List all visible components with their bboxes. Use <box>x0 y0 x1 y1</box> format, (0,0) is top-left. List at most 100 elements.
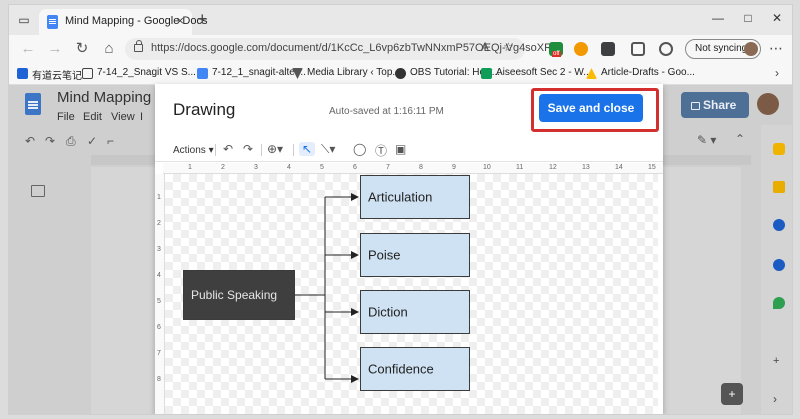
tab-strip: ▭ Mind Mapping - Google Docs × + — □ ✕ <box>9 5 792 35</box>
lock-icon <box>134 40 143 52</box>
minimize-icon[interactable]: — <box>710 11 726 25</box>
read-aloud-icon[interactable]: A <box>481 40 489 54</box>
favorite-star-icon[interactable]: ☆ <box>503 40 514 54</box>
youdao-icon <box>17 68 28 79</box>
profile-button[interactable]: Not syncing <box>685 39 761 59</box>
bookmark-label: 7-14_2_Snagit VS S... <box>97 67 196 78</box>
menu-file[interactable]: File <box>57 111 75 123</box>
root-node[interactable]: Public Speaking <box>183 270 295 320</box>
tasks-icon[interactable] <box>773 219 785 231</box>
maps-icon[interactable] <box>773 297 785 309</box>
ruler-tick: 6 <box>353 164 357 171</box>
forward-icon[interactable]: → <box>46 40 64 58</box>
toolbar-divider <box>293 144 294 156</box>
split-screen-icon[interactable] <box>631 42 645 56</box>
line-tool-icon[interactable]: ⟍▾ <box>321 142 335 157</box>
collections-icon[interactable] <box>659 42 673 56</box>
image-icon[interactable]: ▣ <box>395 142 406 156</box>
child-node-poise[interactable]: Poise <box>360 233 470 277</box>
ruler-tick: 4 <box>287 164 291 171</box>
docs-logo-icon[interactable] <box>25 93 41 115</box>
ruler-tick: 7 <box>157 350 161 357</box>
select-arrow-icon[interactable]: ↖ <box>299 142 316 156</box>
ruler-tick: 3 <box>157 246 161 253</box>
highlight-annotation <box>531 88 659 132</box>
collapse-toolbar-icon[interactable]: ⌃ <box>735 132 745 146</box>
shape-tool-icon[interactable]: ◯ <box>353 142 366 156</box>
close-window-icon[interactable]: ✕ <box>769 11 785 25</box>
child-node-label: Poise <box>368 247 401 263</box>
bookmarks-bar: 有道云笔记 7-14_2_Snagit VS S... 7-12_1_snagi… <box>9 63 792 85</box>
extension-orange-icon[interactable] <box>574 42 588 56</box>
tab-mind-mapping[interactable]: Mind Mapping - Google Docs × <box>39 9 207 35</box>
ruler-tick: 2 <box>157 220 161 227</box>
document-title[interactable]: Mind Mapping <box>57 89 151 106</box>
new-tab-icon[interactable]: + <box>197 9 208 29</box>
drawing-dialog: Drawing Auto-saved at 1:16:11 PM Save an… <box>155 84 663 414</box>
home-icon[interactable]: ⌂ <box>100 40 118 58</box>
explore-icon[interactable]: + <box>721 383 743 405</box>
profile-avatar[interactable] <box>757 93 779 115</box>
spellcheck-icon[interactable]: ✓ <box>87 134 97 148</box>
document-outline-icon[interactable] <box>31 185 45 197</box>
drawing-canvas[interactable]: Public Speaking Articulation Poise Dicti… <box>165 174 658 414</box>
ruler-tick: 9 <box>452 164 456 171</box>
actions-label: Actions <box>173 145 206 156</box>
bookmarks-overflow-icon[interactable]: › <box>775 66 779 80</box>
actions-menu[interactable]: Actions ▾ <box>173 145 214 156</box>
vertical-ruler: 1 2 3 4 5 6 7 8 <box>155 174 165 414</box>
root-node-label: Public Speaking <box>191 288 278 302</box>
tab-actions-icon[interactable]: ▭ <box>15 11 33 29</box>
ruler-tick: 10 <box>483 164 491 171</box>
text-box-icon[interactable]: Ⓣ <box>375 142 387 159</box>
child-node-confidence[interactable]: Confidence <box>360 347 470 391</box>
bookmark-label: Aiseesoft Sec 2 - W... <box>496 67 592 78</box>
obs-icon <box>395 68 406 79</box>
ruler-tick: 8 <box>157 376 161 383</box>
ruler-tick: 4 <box>157 272 161 279</box>
child-node-articulation[interactable]: Articulation <box>360 175 470 219</box>
browser-window: ▭ Mind Mapping - Google Docs × + — □ ✕ ←… <box>8 4 793 415</box>
google-sheets-icon <box>481 68 492 79</box>
expand-panel-icon[interactable]: › <box>773 393 785 405</box>
bookmark-label: Article-Drafts - Goo... <box>601 67 695 78</box>
zoom-icon[interactable]: ⊕▾ <box>267 142 283 156</box>
get-addons-icon[interactable]: + <box>773 355 785 367</box>
contacts-icon[interactable] <box>773 259 785 271</box>
ruler-tick: 12 <box>549 164 557 171</box>
child-node-diction[interactable]: Diction <box>360 290 470 334</box>
google-docs-icon <box>47 15 58 29</box>
editing-mode-icon[interactable]: ✎ ▾ <box>697 133 716 147</box>
maximize-icon[interactable]: □ <box>740 11 756 25</box>
url-input[interactable]: https://docs.google.com/document/d/1KcCc… <box>125 38 561 60</box>
extensions-puzzle-icon[interactable] <box>601 42 615 56</box>
horizontal-ruler: 1 2 3 4 5 6 7 8 9 10 11 12 13 14 15 <box>163 163 663 174</box>
ruler-tick: 14 <box>615 164 623 171</box>
calendar-icon[interactable] <box>773 143 785 155</box>
menu-view[interactable]: View <box>111 111 135 123</box>
redo-icon[interactable]: ↷ <box>243 142 253 156</box>
extension-off-badge: off <box>552 51 561 57</box>
more-menu-icon[interactable]: ⋯ <box>769 40 783 57</box>
extension-off-icon[interactable]: off <box>549 42 563 57</box>
ruler-tick: 6 <box>157 324 161 331</box>
reload-icon[interactable]: ↻ <box>73 40 91 58</box>
share-button[interactable]: Share <box>681 92 749 118</box>
ruler-tick: 1 <box>157 194 161 201</box>
close-tab-icon[interactable]: × <box>176 13 184 28</box>
toolbar-divider <box>261 144 262 156</box>
undo-icon[interactable]: ↶ <box>223 142 233 156</box>
keep-icon[interactable] <box>773 181 785 193</box>
menu-insert[interactable]: I <box>140 111 143 123</box>
tab-title: Mind Mapping - Google Docs <box>65 15 208 27</box>
menu-edit[interactable]: Edit <box>83 111 102 123</box>
undo-icon[interactable]: ↶ <box>25 134 35 148</box>
ruler-tick: 15 <box>648 164 656 171</box>
share-label: Share <box>703 98 737 112</box>
ruler-tick: 2 <box>221 164 225 171</box>
redo-icon[interactable]: ↷ <box>45 134 55 148</box>
back-icon[interactable]: ← <box>19 40 37 58</box>
print-icon[interactable]: ⎙ <box>66 134 76 149</box>
paint-format-icon[interactable]: ⌐ <box>107 134 114 148</box>
address-bar: ← → ↻ ⌂ https://docs.google.com/document… <box>9 35 792 63</box>
